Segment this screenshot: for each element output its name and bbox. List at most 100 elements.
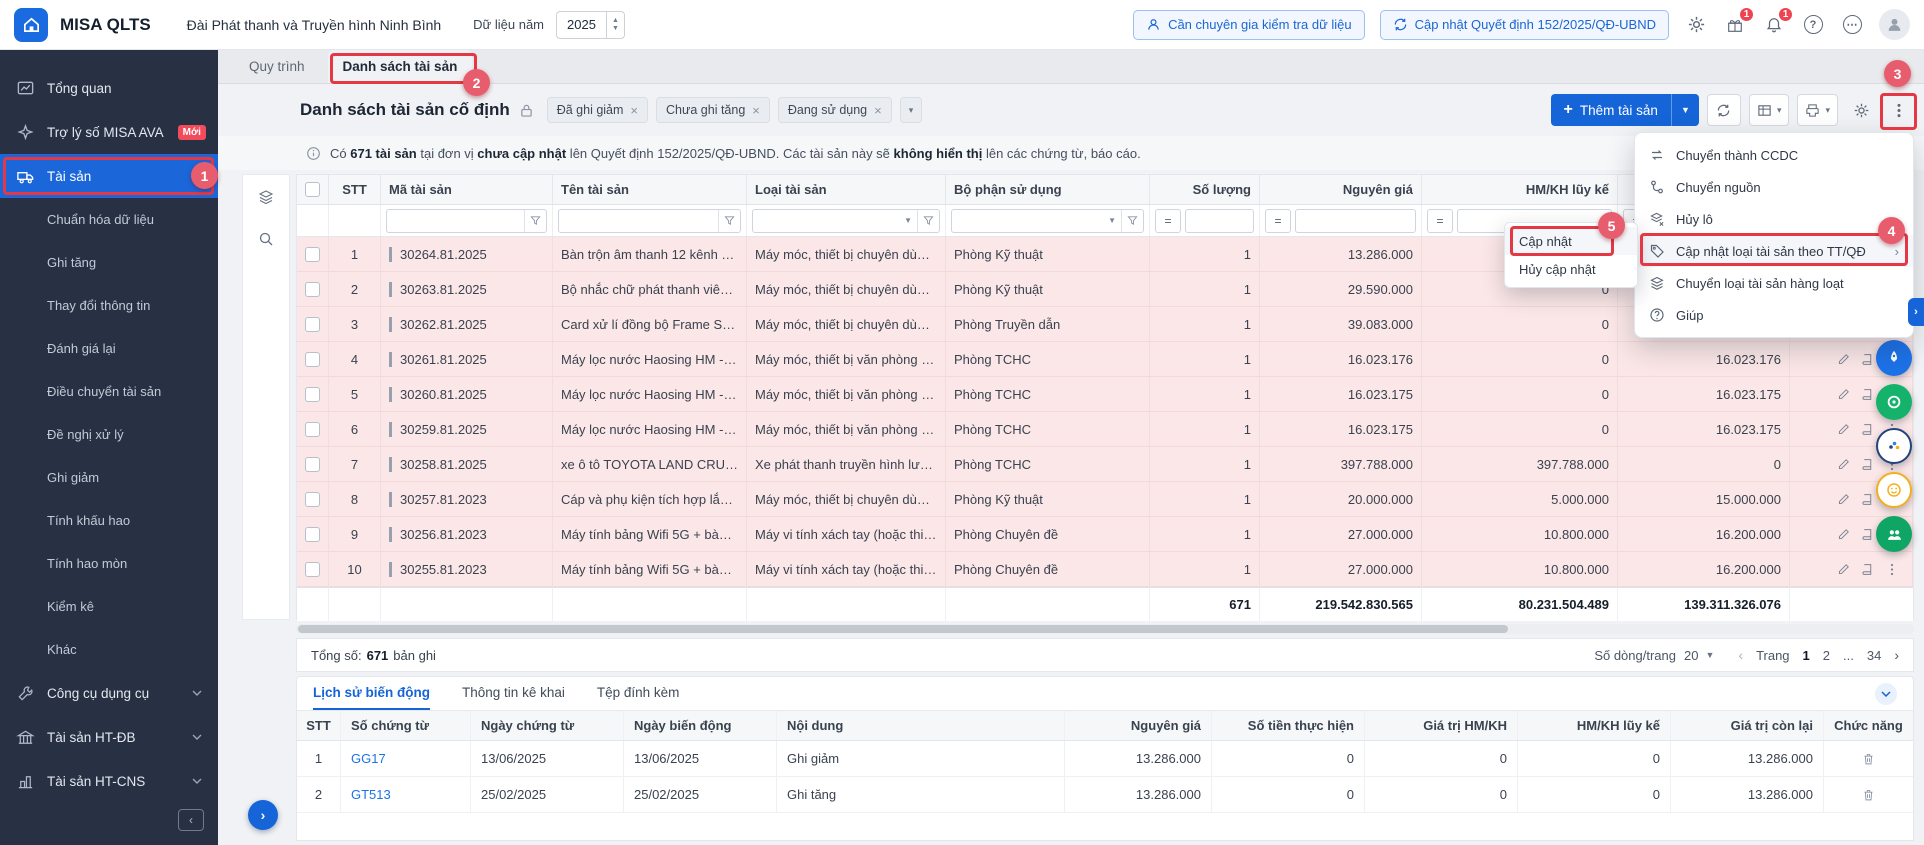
scrollbar-thumb[interactable] <box>298 625 1508 633</box>
print-button[interactable]: ▾ <box>1797 94 1838 126</box>
edit-icon[interactable] <box>1833 454 1854 475</box>
funnel-icon[interactable] <box>917 210 939 232</box>
panel-expand-button[interactable]: › <box>248 800 278 830</box>
panel-collapse-icon[interactable] <box>1875 683 1897 705</box>
feedback-smiley-fab[interactable] <box>1876 472 1912 508</box>
row-checkbox[interactable] <box>305 492 320 507</box>
row-checkbox[interactable] <box>305 422 320 437</box>
sidebar-item-tai-san[interactable]: Tài sản <box>0 154 218 198</box>
table-settings-gear-icon[interactable] <box>1846 94 1876 126</box>
misa-logo-fab[interactable] <box>1876 428 1912 464</box>
page-2[interactable]: 2 <box>1823 648 1830 663</box>
funnel-icon[interactable] <box>718 210 740 232</box>
row-checkbox[interactable] <box>305 247 320 262</box>
more-options-icon[interactable]: ⋯ <box>1840 13 1864 37</box>
sidebar-item-dieu-chuyen-tai-san[interactable]: Điều chuyển tài sản <box>0 370 218 413</box>
edit-icon[interactable] <box>1833 384 1854 405</box>
expert-check-button[interactable]: Cần chuyên gia kiểm tra dữ liệu <box>1133 10 1365 40</box>
sidebar-item-de-nghi-xu-ly[interactable]: Đề nghị xử lý <box>0 413 218 456</box>
sidebar-item-ghi-tang[interactable]: Ghi tăng <box>0 241 218 284</box>
sidebar-collapse-button[interactable]: ‹ <box>178 809 204 831</box>
row-more-icon[interactable] <box>1881 559 1902 580</box>
sidebar-item-tinh-hao-mon[interactable]: Tính hao mòn <box>0 542 218 585</box>
menu-item-huy-lo[interactable]: Hủy lô <box>1635 203 1913 235</box>
more-actions-button[interactable] <box>1884 94 1914 126</box>
chip-dang-su-dung[interactable]: Đang sử dụng× <box>778 97 892 123</box>
filter-qty-operator[interactable]: = <box>1155 209 1181 233</box>
page-size-select[interactable]: 20▼ <box>1684 648 1714 663</box>
sidebar-item-thay-doi-thong-tin[interactable]: Thay đổi thông tin <box>0 284 218 327</box>
community-fab[interactable] <box>1876 516 1912 552</box>
col-header-cost[interactable]: Nguyên giá <box>1260 175 1422 204</box>
prev-page-icon[interactable]: ‹ <box>1738 647 1743 663</box>
page-1[interactable]: 1 <box>1803 648 1810 663</box>
assistant-rocket-fab[interactable] <box>1876 340 1912 376</box>
edit-icon[interactable] <box>1833 349 1854 370</box>
chip-dropdown-button[interactable]: ▾ <box>900 97 923 123</box>
submenu-item-huy-cap-nhat[interactable]: Hủy cập nhật <box>1505 255 1637 283</box>
settings-gear-icon[interactable] <box>1684 13 1708 37</box>
menu-item-cap-nhat-loai-tai-san[interactable]: Cập nhật loại tài sản theo TT/QĐ › <box>1635 235 1913 267</box>
table-row[interactable]: 8 30257.81.2023 Cáp và phụ kiện tích hợp… <box>297 482 1913 517</box>
row-checkbox[interactable] <box>305 282 320 297</box>
sidebar-item-kiem-ke[interactable]: Kiểm kê <box>0 585 218 628</box>
col-header-dep[interactable]: HM/KH lũy kế <box>1422 175 1618 204</box>
document-link[interactable]: GT513 <box>351 787 391 802</box>
help-icon[interactable]: ? <box>1801 13 1825 37</box>
ledger-icon[interactable] <box>1857 349 1878 370</box>
sidebar-item-danh-gia-lai[interactable]: Đánh giá lại <box>0 327 218 370</box>
table-row[interactable]: 9 30256.81.2023 Máy tính bảng Wifi 5G + … <box>297 517 1913 552</box>
table-row[interactable]: 4 30261.81.2025 Máy lọc nước Haosing HM … <box>297 342 1913 377</box>
edge-expand-tab[interactable]: › <box>1908 298 1924 326</box>
ledger-icon[interactable] <box>1857 559 1878 580</box>
col-header-code[interactable]: Mã tài sản <box>381 175 553 204</box>
filter-code-input[interactable] <box>386 209 547 233</box>
sidebar-item-tro-ly-ava[interactable]: Trợ lý số MISA AVA Mới <box>0 110 218 154</box>
tab-thong-tin-ke-khai[interactable]: Thông tin kê khai <box>462 677 565 710</box>
filter-dept-select[interactable]: ▼ <box>951 209 1144 233</box>
year-stepper[interactable]: ▲▼ <box>606 12 624 38</box>
table-row[interactable]: 5 30260.81.2025 Máy lọc nước Haosing HM … <box>297 377 1913 412</box>
filter-name-input[interactable] <box>558 209 741 233</box>
tab-tep-dinh-kem[interactable]: Tệp đính kèm <box>597 677 680 710</box>
delete-trash-icon[interactable] <box>1862 788 1875 802</box>
col-header-stt[interactable]: STT <box>329 175 381 204</box>
notifications-bell-icon[interactable]: 1 <box>1762 13 1786 37</box>
sidebar-item-tinh-khau-hao[interactable]: Tính khấu hao <box>0 499 218 542</box>
menu-item-chuyen-loai-hang-loat[interactable]: Chuyển loại tài sản hàng loạt <box>1635 267 1913 299</box>
table-row[interactable]: 6 30259.81.2025 Máy lọc nước Haosing HM … <box>297 412 1913 447</box>
sidebar-item-khac[interactable]: Khác <box>0 628 218 671</box>
grid-view-button[interactable]: ▾ <box>1749 94 1790 126</box>
edit-icon[interactable] <box>1833 559 1854 580</box>
sidebar-item-cong-cu-dung-cu[interactable]: Công cụ dụng cụ <box>0 671 218 715</box>
ledger-icon[interactable] <box>1857 384 1878 405</box>
tab-lich-su-bien-dong[interactable]: Lịch sử biến động <box>313 677 430 710</box>
table-row[interactable]: 7 30258.81.2025 xe ô tô TOYOTA LAND CRUI… <box>297 447 1913 482</box>
row-checkbox[interactable] <box>305 562 320 577</box>
filter-cost-input[interactable] <box>1295 209 1416 233</box>
chip-close-icon[interactable]: × <box>752 103 760 118</box>
delete-trash-icon[interactable] <box>1862 752 1875 766</box>
horizontal-scrollbar[interactable] <box>296 624 1914 634</box>
ledger-icon[interactable] <box>1857 489 1878 510</box>
document-link[interactable]: GG17 <box>351 751 386 766</box>
layers-icon[interactable] <box>258 189 274 205</box>
row-checkbox[interactable] <box>305 352 320 367</box>
user-avatar[interactable] <box>1879 9 1910 40</box>
update-decision-button[interactable]: Cập nhật Quyết định 152/2025/QĐ-UBND <box>1380 10 1669 40</box>
year-selector[interactable]: 2025 ▲▼ <box>556 11 625 39</box>
chip-close-icon[interactable]: × <box>630 103 638 118</box>
col-header-dept[interactable]: Bộ phận sử dụng <box>946 175 1150 204</box>
refresh-button[interactable] <box>1707 94 1741 126</box>
col-header-type[interactable]: Loại tài sản <box>747 175 946 204</box>
tab-danh-sach-tai-san[interactable]: Danh sách tài sản <box>328 50 473 83</box>
row-checkbox[interactable] <box>305 317 320 332</box>
filter-qty-input[interactable] <box>1185 209 1254 233</box>
tab-quy-trinh[interactable]: Quy trình <box>234 50 320 83</box>
sidebar-item-tai-san-ht-db[interactable]: Tài sản HT-ĐB <box>0 715 218 759</box>
history-row[interactable]: 1 GG17 13/06/2025 13/06/2025 Ghi giảm 13… <box>297 741 1913 777</box>
col-header-qty[interactable]: Số lượng <box>1150 175 1260 204</box>
add-asset-caret-button[interactable]: ▼ <box>1671 94 1699 126</box>
next-page-icon[interactable]: › <box>1894 647 1899 663</box>
row-checkbox[interactable] <box>305 457 320 472</box>
